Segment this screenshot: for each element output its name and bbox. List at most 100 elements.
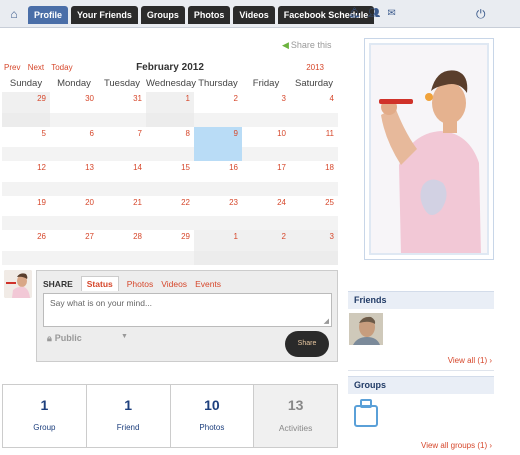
calendar-day-cell[interactable]: 4 xyxy=(290,92,338,127)
stat-value: 1 xyxy=(40,397,49,413)
calendar-day-cell[interactable]: 13 xyxy=(50,161,98,196)
calendar-day-cell[interactable]: 29 xyxy=(2,92,50,127)
calendar-day-cell[interactable]: 20 xyxy=(50,195,98,230)
share-tabs: SHARE Status Photos Videos Events xyxy=(43,276,221,291)
people-icon[interactable]: 👥︎ xyxy=(368,8,381,19)
avatar[interactable] xyxy=(4,270,32,298)
calendar-day-cell[interactable]: 18 xyxy=(290,161,338,196)
calendar-day-cell[interactable]: 16 xyxy=(194,161,242,196)
tab-videos[interactable]: Videos xyxy=(233,6,275,24)
calendar-grid: 29 30 31 1 2 3 4 5 6 7 8 9 10 11 12 13 14 15 16 17 18 19 20 21 2… xyxy=(2,92,338,265)
calendar-day-cell[interactable]: 7 xyxy=(98,126,146,161)
calendar-day-cell[interactable]: 1 xyxy=(146,92,194,127)
calendar-day-cell[interactable]: 21 xyxy=(98,195,146,230)
calendar-day-number: 6 xyxy=(89,128,94,138)
calendar-day-cell[interactable]: 9 xyxy=(194,126,242,161)
share-this-link[interactable]: ◀ Share this xyxy=(282,40,331,51)
calendar-day-cell[interactable]: 8 xyxy=(146,126,194,161)
calendar-day-cell[interactable]: 10 xyxy=(242,126,290,161)
inbox-icon[interactable]: ✉ xyxy=(387,8,395,19)
friend-avatar[interactable] xyxy=(349,313,383,345)
weekday-label: Thursday xyxy=(198,78,238,89)
share-this-label: Share this xyxy=(290,40,332,50)
share-tab-events[interactable]: Events xyxy=(195,279,221,289)
calendar-day-cell[interactable]: 11 xyxy=(290,126,338,161)
calendar-day-band xyxy=(242,181,290,196)
calendar-day-band xyxy=(242,216,290,230)
stat-activities[interactable]: 13 Activities xyxy=(253,385,337,447)
calendar-day-band xyxy=(98,147,146,161)
group-icon[interactable] xyxy=(352,398,380,428)
calendar-day-cell[interactable]: 12 xyxy=(2,161,50,196)
calendar-next-link[interactable]: Next xyxy=(28,63,44,72)
status-input[interactable]: Say what is on your mind... ◢ xyxy=(43,293,332,327)
stat-photos[interactable]: 10 Photos xyxy=(169,385,254,447)
bell-icon[interactable]: 🔔︎ xyxy=(348,8,361,19)
calendar-day-cell[interactable]: 17 xyxy=(242,161,290,196)
calendar-day-number: 27 xyxy=(85,232,94,241)
tab-groups[interactable]: Groups xyxy=(140,6,185,24)
stat-friends[interactable]: 1 Friend xyxy=(85,385,170,447)
stat-value: 10 xyxy=(204,397,220,413)
calendar-today-link[interactable]: Today xyxy=(51,63,72,72)
calendar-day-band xyxy=(146,147,194,161)
calendar-day-cell[interactable]: 22 xyxy=(146,195,194,230)
calendar-day-cell[interactable]: 30 xyxy=(50,92,98,127)
stat-groups[interactable]: 1 Group xyxy=(3,385,86,447)
calendar-day-number: 19 xyxy=(37,197,46,207)
calendar-day-cell[interactable]: 15 xyxy=(146,161,194,196)
calendar-day-cell[interactable]: 27 xyxy=(50,230,98,265)
power-icon[interactable]: ⏻ xyxy=(476,7,486,22)
tab-profile[interactable]: Profile xyxy=(28,6,69,24)
calendar-day-cell[interactable]: 26 xyxy=(2,230,50,265)
calendar-day-band xyxy=(146,181,194,196)
calendar-day-cell[interactable]: 29 xyxy=(146,230,194,265)
resize-grip-icon[interactable]: ◢ xyxy=(324,317,329,325)
calendar-year-link[interactable]: 2013 xyxy=(306,63,324,72)
privacy-select[interactable]: 🔒︎ Public xyxy=(47,333,82,344)
calendar-day-number: 23 xyxy=(229,197,238,207)
calendar-day-number: 7 xyxy=(137,128,142,138)
chevron-down-icon[interactable]: ▼ xyxy=(121,333,128,340)
calendar-day-band xyxy=(242,112,290,127)
tab-your-friends[interactable]: Your Friends xyxy=(71,6,138,24)
calendar-day-band xyxy=(98,181,146,196)
calendar-day-cell[interactable]: 1 xyxy=(194,230,242,265)
calendar-day-cell[interactable]: 25 xyxy=(290,195,338,230)
calendar-day-band xyxy=(242,250,290,265)
calendar-day-band xyxy=(290,147,338,161)
share-button[interactable]: Share xyxy=(285,331,329,357)
calendar-day-cell[interactable]: 23 xyxy=(194,195,242,230)
groups-view-all-link[interactable]: View all groups (1) › xyxy=(421,441,492,450)
calendar-day-band xyxy=(50,181,98,196)
calendar-day-cell[interactable]: 3 xyxy=(290,230,338,265)
calendar-day-cell[interactable]: 24 xyxy=(242,195,290,230)
calendar-day-cell[interactable]: 2 xyxy=(194,92,242,127)
calendar-day-cell[interactable]: 6 xyxy=(50,126,98,161)
calendar-day-cell[interactable]: 2 xyxy=(242,230,290,265)
calendar-day-number: 17 xyxy=(277,163,286,172)
calendar-day-number: 15 xyxy=(181,163,190,172)
calendar-day-band xyxy=(290,216,338,230)
stat-value: 13 xyxy=(287,397,304,413)
share-tab-photos[interactable]: Photos xyxy=(127,279,153,289)
calendar-day-cell[interactable]: 28 xyxy=(98,230,146,265)
calendar-prev-link[interactable]: Prev xyxy=(4,63,20,72)
tab-photos[interactable]: Photos xyxy=(187,6,231,24)
calendar-day-cell[interactable]: 19 xyxy=(2,195,50,230)
share-box: SHARE Status Photos Videos Events Say wh… xyxy=(36,270,338,362)
nav-tabs: Profile Your Friends Groups Photos Video… xyxy=(28,6,375,24)
share-tab-status[interactable]: Status xyxy=(80,276,119,291)
calendar-day-cell[interactable]: 3 xyxy=(242,92,290,127)
profile-photo[interactable] xyxy=(369,43,489,255)
home-icon[interactable]: ⌂ xyxy=(6,7,22,21)
calendar-day-cell[interactable]: 31 xyxy=(98,92,146,127)
share-label: SHARE xyxy=(43,279,73,289)
status-input-placeholder: Say what is on your mind... xyxy=(50,298,153,308)
calendar-day-cell[interactable]: 14 xyxy=(98,161,146,196)
share-tab-videos[interactable]: Videos xyxy=(161,279,187,289)
weekday-label: Friday xyxy=(252,78,280,89)
calendar-day-number: 21 xyxy=(133,197,142,207)
calendar-day-cell[interactable]: 5 xyxy=(2,126,50,161)
friends-view-all-link[interactable]: View all (1) › xyxy=(448,356,492,365)
